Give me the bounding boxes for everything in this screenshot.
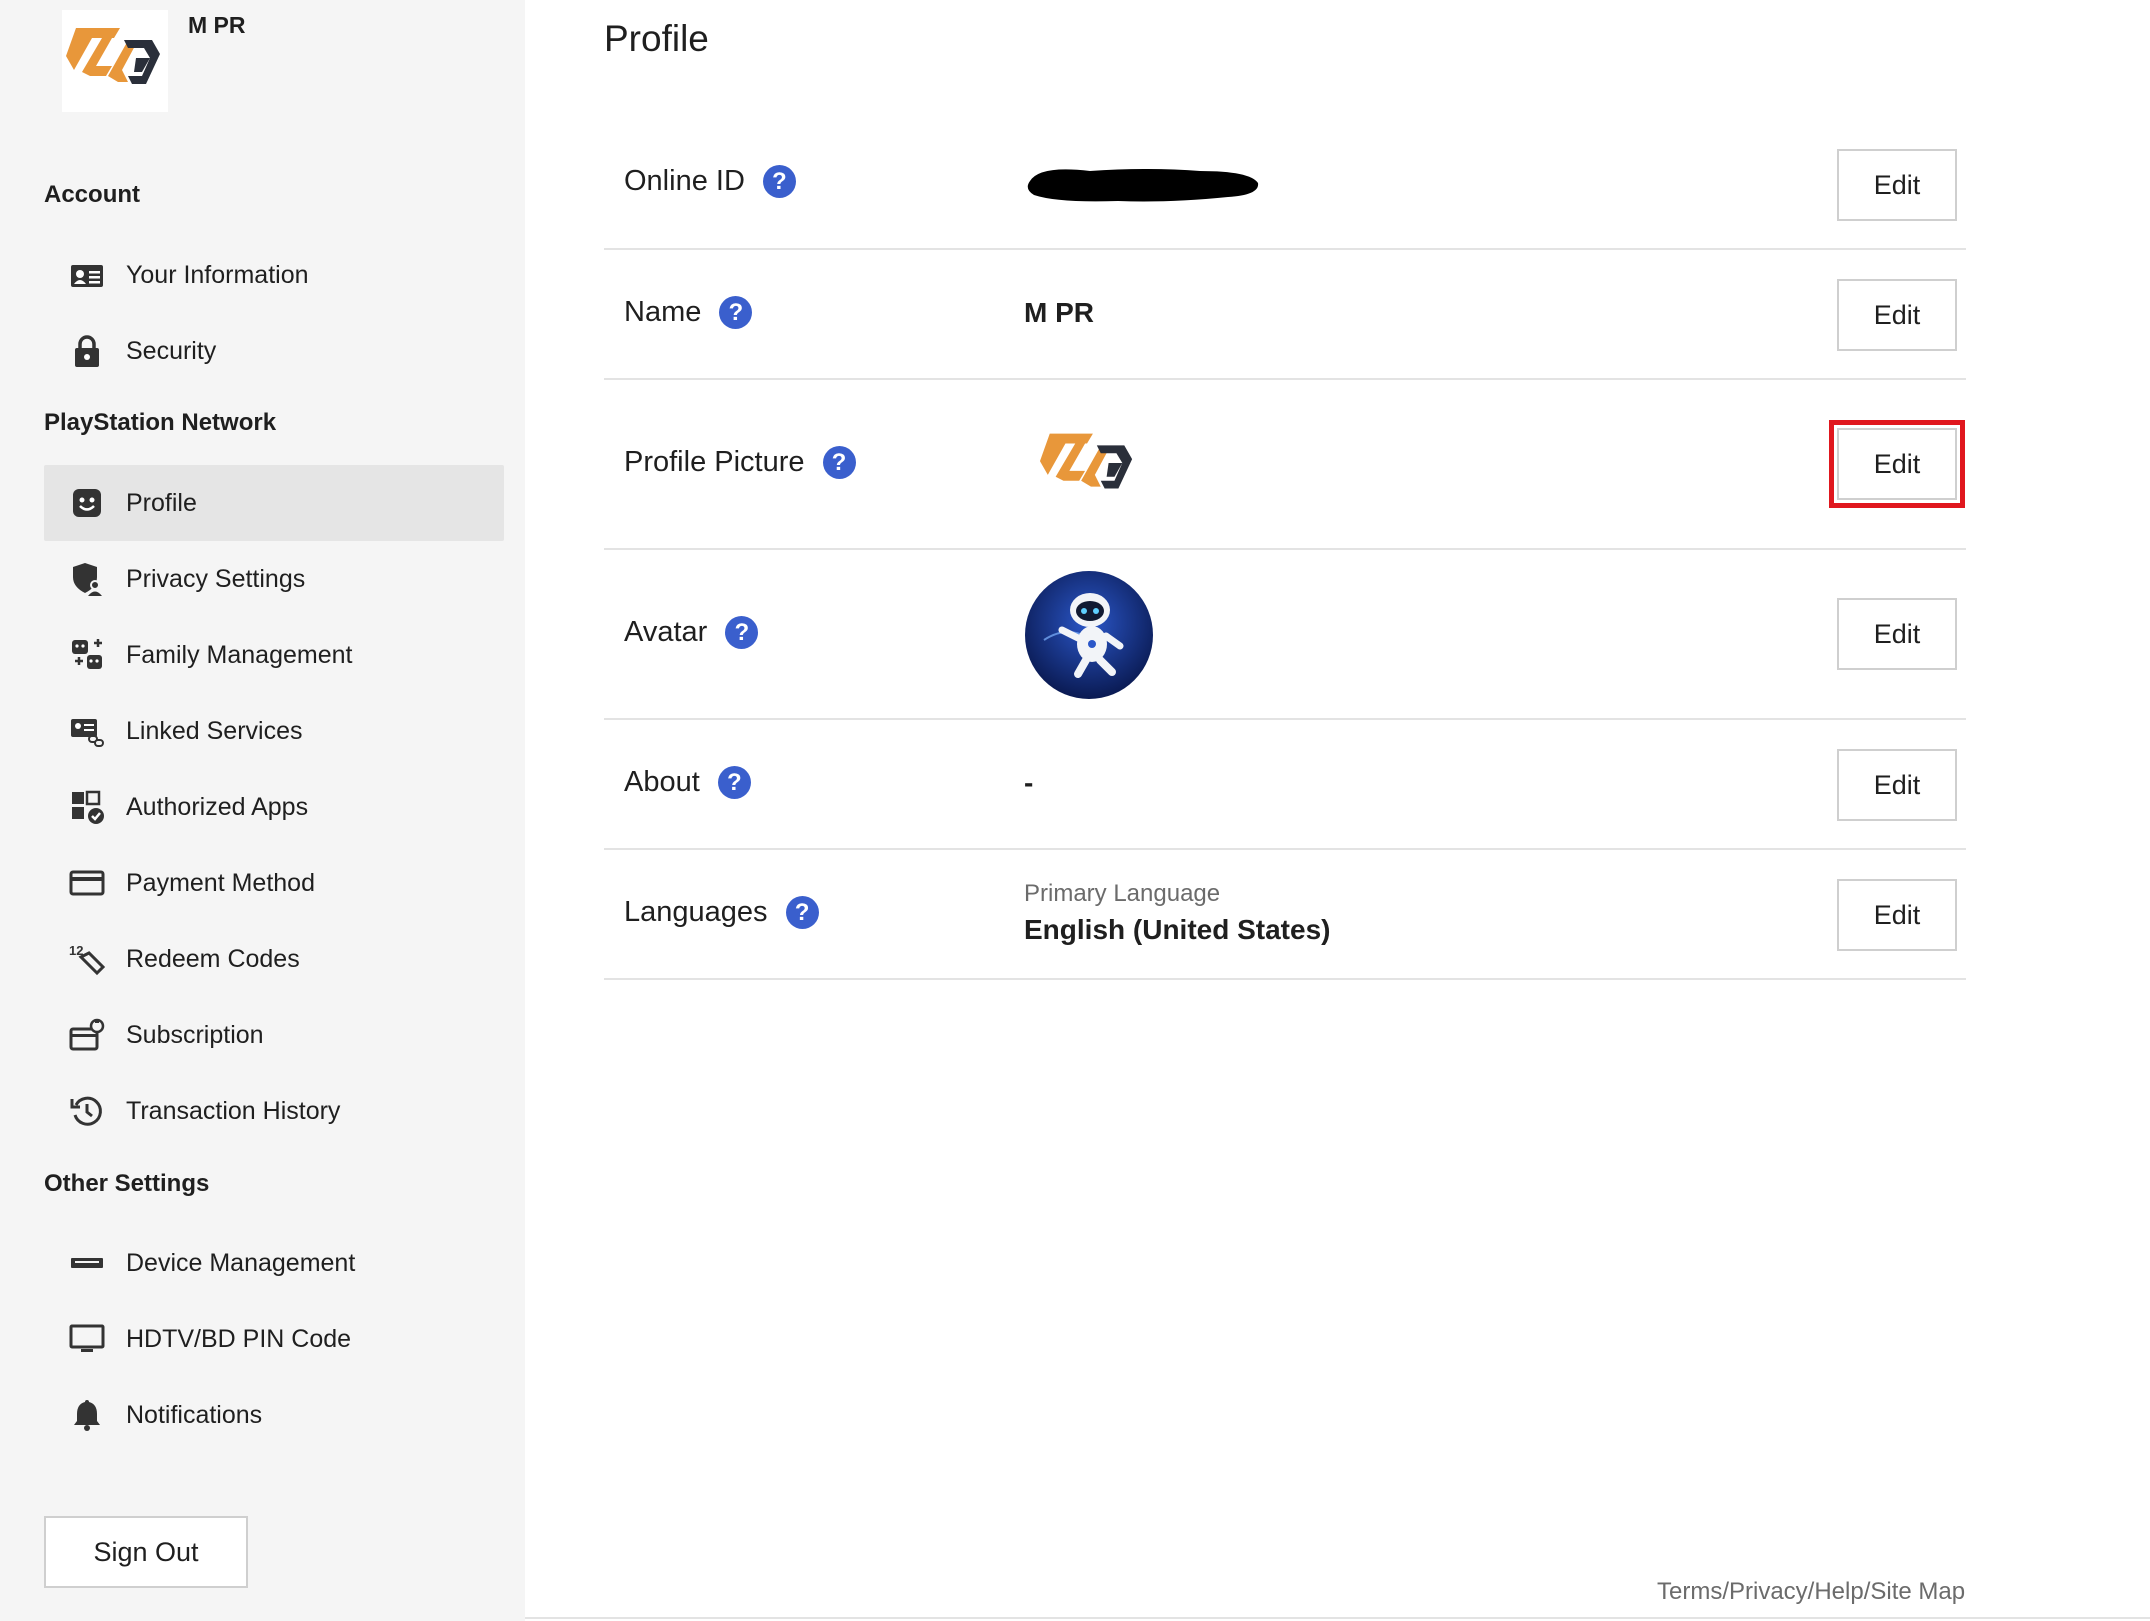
sidebar-item-hdtv-bd-pin-code[interactable]: HDTV/BD PIN Code bbox=[44, 1301, 504, 1377]
sidebar-item-label: Authorized Apps bbox=[126, 792, 309, 821]
section-heading-account: Account bbox=[44, 181, 140, 208]
history-icon bbox=[68, 1092, 106, 1130]
sidebar-item-family-management[interactable]: Family Management bbox=[44, 617, 504, 693]
row-label: Languages bbox=[624, 896, 768, 928]
sidebar-item-label: Subscription bbox=[126, 1020, 264, 1049]
sidebar-item-device-management[interactable]: Device Management bbox=[44, 1225, 504, 1301]
user-name: M PR bbox=[188, 12, 246, 38]
edit-name-button[interactable]: Edit bbox=[1837, 279, 1957, 351]
page-title: Profile bbox=[604, 18, 709, 59]
edit-avatar-button[interactable]: Edit bbox=[1837, 598, 1957, 670]
sidebar-item-subscription[interactable]: Subscription bbox=[44, 997, 504, 1073]
sidebar-item-label: Linked Services bbox=[126, 716, 303, 745]
sidebar-item-security[interactable]: Security bbox=[44, 313, 504, 389]
redeem-code-icon: 12 bbox=[68, 940, 106, 978]
credit-card-icon bbox=[68, 864, 106, 902]
edit-about-button[interactable]: Edit bbox=[1837, 749, 1957, 821]
sidebar-item-label: Transaction History bbox=[126, 1096, 341, 1125]
about-value: - bbox=[1024, 767, 1034, 798]
help-icon[interactable]: ? bbox=[762, 165, 796, 198]
sidebar-item-label: Privacy Settings bbox=[126, 564, 306, 593]
profile-picture-image bbox=[1030, 416, 1146, 523]
linked-card-icon bbox=[68, 712, 106, 750]
monitor-icon bbox=[68, 1320, 106, 1358]
row-label: Name bbox=[624, 296, 702, 328]
sidebar-item-label: Family Management bbox=[126, 640, 353, 669]
sidebar-item-payment-method[interactable]: Payment Method bbox=[44, 845, 504, 921]
sidebar: M PR Account Your Information Security P… bbox=[0, 0, 525, 1621]
sidebar-item-redeem-codes[interactable]: 12 Redeem Codes bbox=[44, 921, 504, 997]
id-card-icon bbox=[68, 256, 106, 294]
sidebar-item-label: Notifications bbox=[126, 1400, 263, 1429]
help-icon[interactable]: ? bbox=[822, 446, 856, 479]
sidebar-item-label: Payment Method bbox=[126, 868, 315, 897]
sidebar-item-label: Device Management bbox=[126, 1248, 356, 1277]
sidebar-item-privacy-settings[interactable]: Privacy Settings bbox=[44, 541, 504, 617]
avatar-image bbox=[1024, 570, 1154, 707]
redaction-mark bbox=[1027, 169, 1259, 202]
section-heading-playstation-network: PlayStation Network bbox=[44, 409, 277, 436]
row-label: Online ID bbox=[624, 165, 745, 197]
profile-row-profile-picture: Profile Picture ? Edit bbox=[604, 380, 1966, 550]
primary-language-value: English (United States) bbox=[1024, 914, 1331, 945]
row-label: Avatar bbox=[624, 616, 708, 648]
name-value: M PR bbox=[1024, 297, 1094, 328]
user-profile-picture bbox=[62, 10, 168, 112]
sidebar-item-label: Your Information bbox=[126, 260, 309, 289]
apps-check-icon bbox=[68, 788, 106, 826]
edit-online-id-button[interactable]: Edit bbox=[1837, 149, 1957, 221]
family-icon bbox=[68, 636, 106, 674]
footer-links[interactable]: Terms/Privacy/Help/Site Map bbox=[1657, 1578, 1965, 1606]
profile-row-avatar: Avatar ? Edit bbox=[604, 550, 1966, 720]
help-icon[interactable]: ? bbox=[725, 616, 759, 649]
row-label: About bbox=[624, 766, 700, 798]
section-heading-other-settings: Other Settings bbox=[44, 1170, 210, 1197]
sidebar-item-label: Security bbox=[126, 336, 217, 365]
divider bbox=[525, 1617, 2150, 1619]
sidebar-item-label: Redeem Codes bbox=[126, 944, 300, 973]
sidebar-item-your-information[interactable]: Your Information bbox=[44, 237, 504, 313]
sidebar-item-linked-services[interactable]: Linked Services bbox=[44, 693, 504, 769]
profile-row-name: Name ? M PR Edit bbox=[604, 250, 1966, 380]
sidebar-item-label: HDTV/BD PIN Code bbox=[126, 1324, 352, 1353]
help-icon[interactable]: ? bbox=[719, 296, 753, 329]
profile-row-about: About ? - Edit bbox=[604, 720, 1966, 850]
bell-icon bbox=[68, 1396, 106, 1434]
sidebar-item-profile[interactable]: Profile bbox=[44, 465, 504, 541]
shield-user-icon bbox=[68, 560, 106, 598]
smiley-icon bbox=[68, 484, 106, 522]
help-icon[interactable]: ? bbox=[717, 766, 751, 799]
lock-icon bbox=[68, 332, 106, 370]
edit-profile-picture-button[interactable]: Edit bbox=[1829, 420, 1965, 508]
sidebar-item-label: Profile bbox=[126, 488, 197, 517]
sign-out-button[interactable]: Sign Out bbox=[44, 1516, 248, 1588]
sidebar-item-authorized-apps[interactable]: Authorized Apps bbox=[44, 769, 504, 845]
edit-languages-button[interactable]: Edit bbox=[1837, 879, 1957, 951]
row-label: Profile Picture bbox=[624, 446, 805, 478]
console-icon bbox=[68, 1244, 106, 1282]
sidebar-item-transaction-history[interactable]: Transaction History bbox=[44, 1073, 504, 1149]
profile-row-online-id: Online ID ? Edit bbox=[604, 118, 1966, 250]
profile-row-languages: Languages ? Primary Language English (Un… bbox=[604, 850, 1966, 980]
primary-language-label: Primary Language bbox=[1024, 880, 1221, 907]
online-id-value-redacted bbox=[1024, 161, 1264, 214]
subscription-icon bbox=[68, 1016, 106, 1054]
help-icon[interactable]: ? bbox=[785, 896, 819, 929]
sidebar-item-notifications[interactable]: Notifications bbox=[44, 1377, 504, 1453]
